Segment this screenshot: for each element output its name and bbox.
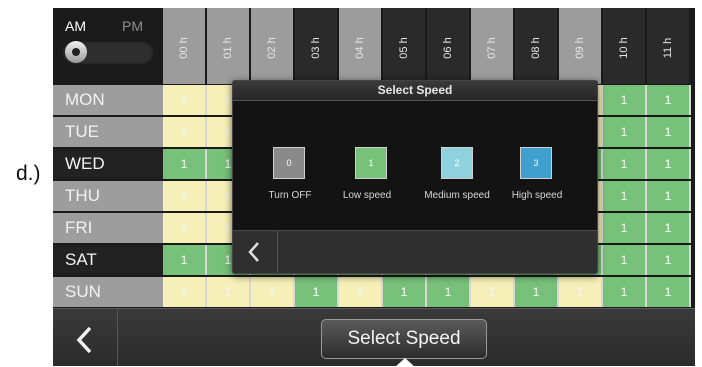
speed-value: 0 xyxy=(286,158,292,168)
hour-header-3[interactable]: 03 h xyxy=(295,8,339,84)
hour-header-2[interactable]: 02 h xyxy=(251,8,295,84)
schedule-cell[interactable]: 1 xyxy=(647,181,691,211)
schedule-cell[interactable]: 1 xyxy=(295,277,339,307)
schedule-cell[interactable]: 1 xyxy=(647,277,691,307)
hour-label: 03 h xyxy=(310,37,322,59)
schedule-cell[interactable]: 1 xyxy=(163,277,207,307)
schedule-screen: AM PM 00 h 01 h 02 h 03 h 04 h 05 h 06 h 07 h 08… xyxy=(53,8,695,366)
schedule-cell[interactable]: 1 xyxy=(383,277,427,307)
hour-header-10[interactable]: 10 h xyxy=(603,8,647,84)
dialog-back-button[interactable] xyxy=(233,231,278,273)
hour-label: 00 h xyxy=(178,37,190,59)
hour-label: 11 h xyxy=(662,37,674,59)
select-speed-dialog: Select Speed 0 1 2 3 Turn OFF Low speed … xyxy=(232,80,598,274)
chevron-left-icon xyxy=(248,242,259,262)
back-button[interactable] xyxy=(53,309,118,366)
schedule-cell[interactable]: 1 xyxy=(603,117,647,147)
schedule-cell[interactable]: 1 xyxy=(251,277,295,307)
schedule-cell[interactable]: 1 xyxy=(559,277,603,307)
speed-option-turn-off[interactable]: 0 xyxy=(273,147,305,179)
dialog-footer xyxy=(233,230,597,273)
day-label-fri[interactable]: FRI xyxy=(53,213,163,243)
schedule-cell[interactable]: 1 xyxy=(163,85,207,115)
ampm-selector: AM PM xyxy=(53,8,163,84)
hour-header-9[interactable]: 09 h xyxy=(559,8,603,84)
speed-option-medium[interactable]: 2 xyxy=(441,147,473,179)
schedule-cell[interactable]: 1 xyxy=(603,277,647,307)
hour-header-4[interactable]: 04 h xyxy=(339,8,383,84)
speed-label-low: Low speed xyxy=(342,190,392,201)
speed-value: 2 xyxy=(454,158,460,168)
speed-option-low[interactable]: 1 xyxy=(355,147,387,179)
schedule-cell[interactable]: 1 xyxy=(647,213,691,243)
schedule-cell[interactable]: 1 xyxy=(647,149,691,179)
hour-header-8[interactable]: 08 h xyxy=(515,8,559,84)
speed-option-high[interactable]: 3 xyxy=(520,147,552,179)
ampm-toggle[interactable] xyxy=(62,40,154,64)
schedule-cell[interactable]: 1 xyxy=(163,213,207,243)
hour-label: 07 h xyxy=(486,37,498,59)
day-label-tue[interactable]: TUE xyxy=(53,117,163,147)
hour-header-5[interactable]: 05 h xyxy=(383,8,427,84)
schedule-cell[interactable]: 1 xyxy=(603,181,647,211)
schedule-cell[interactable]: 1 xyxy=(339,277,383,307)
schedule-cell[interactable]: 1 xyxy=(647,85,691,115)
chevron-left-icon xyxy=(76,326,92,354)
speed-label-turn-off: Turn OFF xyxy=(268,190,312,201)
day-label-sun[interactable]: SUN xyxy=(53,277,163,307)
hour-label: 02 h xyxy=(266,37,278,59)
pm-label: PM xyxy=(122,18,143,34)
schedule-cell[interactable]: 1 xyxy=(515,277,559,307)
figure-caption: d.) xyxy=(16,162,41,185)
hour-label: 05 h xyxy=(398,37,410,59)
day-label-sat[interactable]: SAT xyxy=(53,245,163,275)
dialog-title: Select Speed xyxy=(233,81,597,101)
schedule-cell[interactable]: 1 xyxy=(603,213,647,243)
hour-label: 04 h xyxy=(354,37,366,59)
hour-label: 09 h xyxy=(574,37,586,59)
hour-header-6[interactable]: 06 h xyxy=(427,8,471,84)
day-label-wed[interactable]: WED xyxy=(53,149,163,179)
schedule-cell[interactable]: 1 xyxy=(471,277,515,307)
toggle-knob[interactable] xyxy=(65,41,87,63)
schedule-cell[interactable]: 1 xyxy=(207,277,251,307)
schedule-cell[interactable]: 1 xyxy=(603,149,647,179)
speed-value: 1 xyxy=(368,158,374,168)
schedule-cell[interactable]: 1 xyxy=(647,245,691,275)
day-label-mon[interactable]: MON xyxy=(53,85,163,115)
schedule-cell[interactable]: 1 xyxy=(603,245,647,275)
schedule-cell[interactable]: 1 xyxy=(163,117,207,147)
speed-value: 3 xyxy=(533,158,539,168)
schedule-cell[interactable]: 1 xyxy=(603,85,647,115)
hour-header-1[interactable]: 01 h xyxy=(207,8,251,84)
am-label: AM xyxy=(65,18,86,34)
hour-header-11[interactable]: 11 h xyxy=(647,8,691,84)
hour-header-7[interactable]: 07 h xyxy=(471,8,515,84)
day-label-thu[interactable]: THU xyxy=(53,181,163,211)
hour-label: 06 h xyxy=(442,37,454,59)
hour-label: 08 h xyxy=(530,37,542,59)
hour-header-0[interactable]: 00 h xyxy=(163,8,207,84)
schedule-cell[interactable]: 1 xyxy=(427,277,471,307)
hour-label: 10 h xyxy=(618,37,630,59)
schedule-cell[interactable]: 1 xyxy=(163,245,207,275)
hour-label: 01 h xyxy=(222,37,234,59)
schedule-cell[interactable]: 1 xyxy=(647,117,691,147)
speed-label-medium: Medium speed xyxy=(424,190,490,201)
select-speed-button[interactable]: Select Speed xyxy=(321,319,487,366)
speed-label-high: High speed xyxy=(511,190,563,201)
schedule-cell[interactable]: 1 xyxy=(163,149,207,179)
bottom-bar: Select Speed xyxy=(53,308,695,366)
schedule-cell[interactable]: 1 xyxy=(163,181,207,211)
